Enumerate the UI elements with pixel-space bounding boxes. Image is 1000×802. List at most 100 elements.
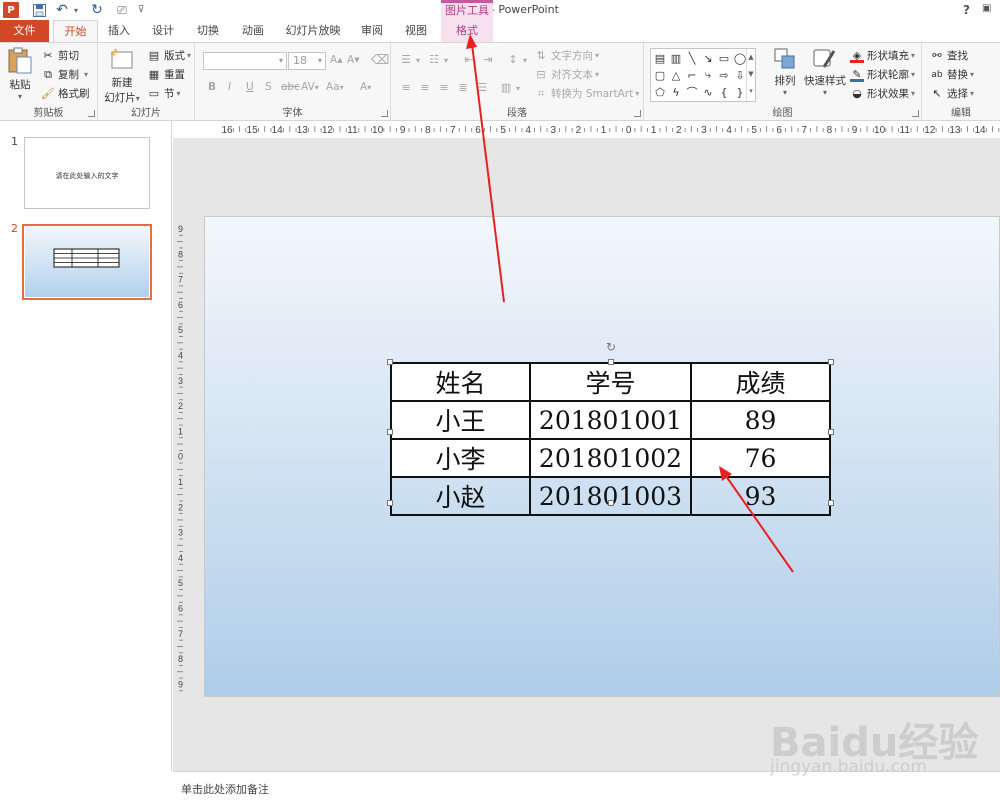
shape-down-arrow-icon[interactable]: ⇩ xyxy=(733,68,747,82)
shape-rectangle-icon[interactable]: ▭ xyxy=(717,51,731,65)
shape-line-icon[interactable]: ╲ xyxy=(685,51,699,65)
clipboard-launcher-icon[interactable] xyxy=(88,110,95,117)
shape-textbox-icon[interactable]: ▤ xyxy=(653,51,667,65)
copy-button[interactable]: ⧉ 复制 ▾ xyxy=(41,67,88,82)
tab-format[interactable]: 格式 xyxy=(441,20,493,42)
change-case-button[interactable]: Aa ▾ xyxy=(326,81,344,93)
shape-right-arrow-icon[interactable]: ⇨ xyxy=(717,68,731,82)
grow-font-button[interactable]: A ▲ xyxy=(330,54,343,66)
align-right-button[interactable]: ≡ xyxy=(437,81,454,95)
table-cell[interactable]: 小赵 xyxy=(390,476,531,516)
tab-file[interactable]: 文件 xyxy=(0,20,49,42)
resize-handle-bottom-left[interactable] xyxy=(387,500,393,506)
shape-elbow-icon[interactable]: ⌐ xyxy=(685,68,699,82)
table-cell[interactable]: 小王 xyxy=(390,400,531,440)
bullets-button[interactable]: ☰ ▾ xyxy=(399,53,420,67)
paste-button[interactable]: 粘贴 ▾ xyxy=(4,47,36,101)
shape-oval-icon[interactable]: ◯ xyxy=(733,51,747,65)
shape-rounded-rect-icon[interactable]: ▢ xyxy=(653,68,667,82)
tab-animations[interactable]: 动画 xyxy=(237,20,269,42)
resize-handle-bottom-right[interactable] xyxy=(828,500,834,506)
table-cell[interactable]: 93 xyxy=(690,476,831,516)
shape-lightning-icon[interactable]: ϟ xyxy=(669,85,683,99)
shrink-font-button[interactable]: A ▼ xyxy=(347,54,360,66)
new-slide-button[interactable]: 新建 幻灯片▾ xyxy=(101,47,143,105)
shadow-button[interactable]: S xyxy=(265,81,272,93)
vertical-ruler[interactable]: 9 8 7 6 5 4 3 2 1 0 1 2 3 4 5 6 7 8 9 xyxy=(174,216,188,704)
clear-format-icon[interactable]: ⌫ xyxy=(371,53,389,68)
table-cell[interactable]: 89 xyxy=(690,400,831,440)
character-spacing-button[interactable]: AV ▾ xyxy=(301,81,319,93)
reset-button[interactable]: ▦ 重置 xyxy=(147,67,185,82)
tab-home[interactable]: 开始 xyxy=(53,20,98,43)
table-header-score[interactable]: 成绩 xyxy=(690,362,831,402)
section-button[interactable]: ▭ 节 ▾ xyxy=(147,86,181,101)
shape-effects-button[interactable]: ◒ 形状效果 ▾ xyxy=(850,86,915,101)
select-button[interactable]: ↖ 选择 ▾ xyxy=(930,86,974,101)
tab-view[interactable]: 视图 xyxy=(400,20,432,42)
table-cell[interactable]: 201801001 xyxy=(529,400,692,440)
strikethrough-button[interactable]: abc xyxy=(281,81,300,93)
italic-button[interactable]: I xyxy=(228,81,231,93)
shape-curved-connector-icon[interactable]: ⤷ xyxy=(701,68,715,82)
table-cell[interactable]: 201801003 xyxy=(529,476,692,516)
table-cell[interactable]: 小李 xyxy=(390,438,531,478)
numbering-button[interactable]: ☷ ▾ xyxy=(427,53,448,67)
resize-handle-right[interactable] xyxy=(828,429,834,435)
tab-slideshow[interactable]: 幻灯片放映 xyxy=(284,20,342,42)
resize-handle-bottom[interactable] xyxy=(608,500,614,506)
drawing-launcher-icon[interactable] xyxy=(912,110,919,117)
shape-arc-icon[interactable]: ⌒ xyxy=(685,85,699,99)
table-header-id[interactable]: 学号 xyxy=(529,362,692,402)
shape-fill-button[interactable]: ◈ 形状填充 ▾ xyxy=(850,48,915,63)
shapes-gallery-scroll[interactable]: ▲ ▼ ▾ xyxy=(746,49,755,101)
shape-vertical-textbox-icon[interactable]: ▥ xyxy=(669,51,683,65)
shape-triangle-icon[interactable]: △ xyxy=(669,68,683,82)
resize-handle-top[interactable] xyxy=(608,359,614,365)
paragraph-launcher-icon[interactable] xyxy=(634,110,641,117)
rotate-handle-icon[interactable]: ↻ xyxy=(604,340,618,354)
increase-indent-button[interactable]: ⇥ xyxy=(481,53,498,67)
layout-button[interactable]: ▤ 版式 ▾ xyxy=(147,48,191,63)
font-name-field[interactable]: ▾ xyxy=(203,52,287,70)
shapes-gallery[interactable]: ▤ ▥ ╲ ↘ ▭ ◯ ▢ △ ⌐ ⤷ ⇨ ⇩ ⬠ ϟ ⌒ ∿ { } ▲ ▼ ▾ xyxy=(650,48,756,102)
align-center-button[interactable]: ≡ xyxy=(418,81,435,95)
justify-button[interactable]: ≣ xyxy=(456,81,473,95)
table-header-name[interactable]: 姓名 xyxy=(390,362,531,402)
tab-design[interactable]: 设计 xyxy=(147,20,179,42)
columns-button[interactable]: ▥ ▾ xyxy=(499,81,520,95)
resize-handle-top-right[interactable] xyxy=(828,359,834,365)
bold-button[interactable]: B xyxy=(208,81,216,93)
tab-transitions[interactable]: 切换 xyxy=(192,20,224,42)
font-launcher-icon[interactable] xyxy=(381,110,388,117)
align-left-button[interactable]: ≡ xyxy=(399,81,416,95)
data-table[interactable]: 姓名 学号 成绩 小王 201801001 89 小李 201801002 76… xyxy=(390,362,831,516)
slide-thumbnail-2[interactable] xyxy=(22,224,152,300)
table-cell[interactable]: 76 xyxy=(690,438,831,478)
align-text-button[interactable]: ⊟ 对齐文本 ▾ xyxy=(534,67,599,82)
tab-insert[interactable]: 插入 xyxy=(104,20,134,42)
font-size-field[interactable]: 18 ▾ xyxy=(288,52,326,70)
smartart-button[interactable]: ⌗ 转换为 SmartArt ▾ xyxy=(534,86,639,101)
underline-button[interactable]: U xyxy=(246,81,254,93)
shape-pentagon-icon[interactable]: ⬠ xyxy=(653,85,667,99)
font-color-button[interactable]: A ▾ xyxy=(360,81,371,93)
help-icon[interactable]: ? xyxy=(963,3,970,17)
distribute-button[interactable]: ☰ xyxy=(475,81,492,95)
find-button[interactable]: ⚯ 查找 xyxy=(930,48,968,63)
table-cell[interactable]: 201801002 xyxy=(529,438,692,478)
slide-thumbnail-1[interactable]: 请在此处输入的文字 xyxy=(24,137,150,209)
line-spacing-button[interactable]: ↕ ▾ xyxy=(506,53,527,67)
decrease-indent-button[interactable]: ⇤ xyxy=(462,53,479,67)
shape-left-brace-icon[interactable]: { xyxy=(717,85,731,99)
cut-button[interactable]: ✂ 剪切 xyxy=(41,48,79,63)
tab-review[interactable]: 审阅 xyxy=(356,20,388,42)
format-painter-button[interactable]: 🖌 格式刷 xyxy=(41,86,89,101)
text-direction-button[interactable]: ⇅ 文字方向 ▾ xyxy=(534,48,599,63)
resize-handle-top-left[interactable] xyxy=(387,359,393,365)
shape-arrow-line-icon[interactable]: ↘ xyxy=(701,51,715,65)
replace-button[interactable]: ab 替换 ▾ xyxy=(930,67,974,82)
arrange-button[interactable]: 排列 ▾ xyxy=(770,47,800,97)
ribbon-display-icon[interactable]: ▣ xyxy=(982,3,991,14)
shape-right-brace-icon[interactable]: } xyxy=(733,85,747,99)
